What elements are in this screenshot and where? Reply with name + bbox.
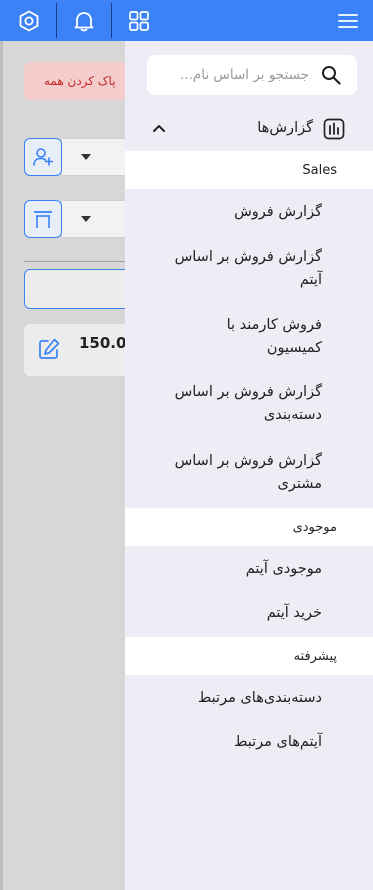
menu-item-related-items[interactable]: آیتم‌های مرتبط — [172, 731, 322, 754]
page-edge — [0, 41, 3, 890]
divider — [56, 3, 57, 38]
bell-icon — [74, 11, 94, 31]
caret-down-icon — [81, 154, 91, 160]
menu-item-item-inventory[interactable]: موجودی آیتم — [172, 558, 322, 581]
menu-item-sales-by-item[interactable]: گزارش فروش بر اساس آیتم — [172, 246, 322, 292]
reports-group-title: گزارش‌ها — [257, 120, 313, 136]
add-customer-button[interactable] — [24, 138, 62, 176]
caret-down-icon — [81, 216, 91, 222]
section-header-sales: Sales — [125, 151, 373, 189]
divider — [111, 3, 112, 38]
top-app-bar — [0, 0, 373, 41]
menu-item-item-purchase[interactable]: خرید آیتم — [172, 602, 322, 625]
grid-icon — [129, 10, 149, 31]
divider — [24, 261, 134, 262]
chart-icon — [323, 118, 345, 140]
chevron-up-icon — [153, 125, 165, 132]
menu-item-employee-commission[interactable]: فروش کارمند با کمیسیون — [172, 314, 322, 360]
drawer-search-input[interactable]: جستجو بر اساس نام... — [147, 55, 357, 95]
settings-button[interactable] — [4, 0, 54, 41]
menu-item-sales-by-customer[interactable]: گزارش فروش بر اساس مشتری — [172, 450, 322, 496]
edit-icon[interactable] — [37, 337, 61, 361]
clear-all-label: پاک کردن همه — [44, 74, 116, 88]
search-placeholder: جستجو بر اساس نام... — [180, 67, 309, 83]
table-icon — [34, 211, 52, 228]
table-select-button[interactable] — [24, 200, 62, 238]
menu-item-related-categories[interactable]: دسته‌بندی‌های مرتبط — [172, 687, 322, 710]
notifications-button[interactable] — [59, 0, 109, 41]
navigation-drawer: جستجو بر اساس نام... گزارش‌ها Sales گزار… — [125, 41, 373, 890]
search-icon[interactable] — [321, 65, 341, 85]
menu-item-sales-report[interactable]: گزارش فروش — [172, 201, 322, 224]
settings-icon — [19, 10, 39, 31]
apps-grid-button[interactable] — [114, 0, 164, 41]
menu-toggle-button[interactable] — [323, 0, 373, 41]
add-user-icon — [33, 148, 54, 166]
menu-item-sales-by-category[interactable]: گزارش فروش بر اساس دسته‌بندی — [172, 381, 322, 427]
section-header-advanced: پیشرفته — [125, 637, 373, 675]
reports-group-header[interactable]: گزارش‌ها — [125, 111, 373, 147]
hamburger-menu-icon — [338, 13, 358, 28]
section-header-inventory: موجودی — [125, 508, 373, 546]
